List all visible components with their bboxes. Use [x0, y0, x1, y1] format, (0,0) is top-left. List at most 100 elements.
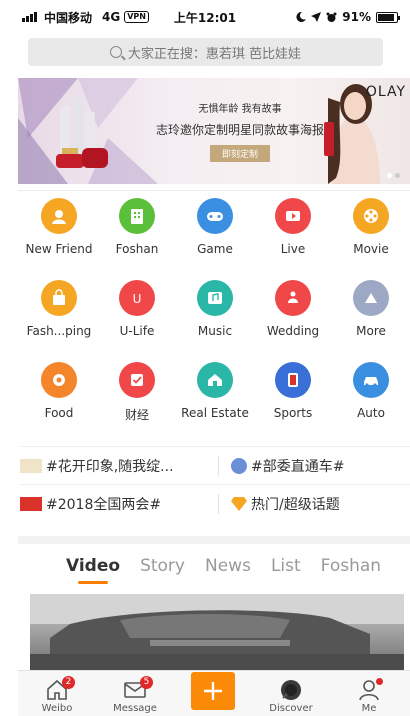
notification-badge: 5	[140, 676, 153, 689]
grid-label: Auto	[357, 406, 385, 420]
wedding-icon	[275, 280, 311, 316]
topic-row: #2018全国两会# 热门/超级话题	[20, 484, 410, 522]
grid-item-foshan[interactable]: Foshan	[98, 198, 176, 280]
banner-line2: 志玲邀你定制明星同款故事海报	[155, 123, 324, 137]
tab-message[interactable]: 5 Message	[96, 676, 174, 716]
grid-label: Movie	[353, 242, 389, 256]
grid-item-game[interactable]: Game	[176, 198, 254, 280]
topic-thumb	[231, 457, 247, 474]
grid-row: New Friend Foshan Game Live Movie	[20, 198, 410, 280]
banner-pager	[387, 173, 400, 178]
grid-label: Game	[197, 242, 233, 256]
topic-thumb	[20, 496, 42, 511]
topic-item[interactable]: 热门/超级话题	[218, 493, 408, 514]
grid-item-fash-ping[interactable]: Fash...ping	[20, 280, 98, 362]
search-placeholder: 大家正在搜：惠若琪 芭比娃娃	[127, 46, 302, 62]
tab-story[interactable]: Story	[140, 548, 185, 576]
triangle-up-icon	[353, 280, 389, 316]
topic-text: #2018全国两会#	[46, 496, 162, 513]
banner-cta-button[interactable]: 即刻定制	[209, 145, 270, 162]
search-icon	[109, 46, 122, 58]
grid-row: Food 财经 Real Estate Sports Auto	[20, 362, 410, 444]
topic-item[interactable]: #部委直通车#	[218, 455, 408, 476]
category-grid: New Friend Foshan Game Live Movie Fash...ping…	[20, 198, 410, 444]
topic-text: #部委直通车#	[251, 458, 345, 475]
brand-logo: OLAY	[365, 84, 406, 100]
status-right: 91%	[296, 10, 400, 24]
topic-text: 热门/超级话题	[251, 496, 340, 513]
grid-label: Real Estate	[181, 406, 249, 420]
location-arrow-icon	[311, 12, 322, 22]
discover-icon	[281, 680, 301, 700]
grid-label: Music	[197, 324, 233, 338]
music-icon	[197, 280, 233, 316]
tab-label: Discover	[269, 703, 313, 714]
film-reel-icon	[353, 198, 389, 234]
tab-discover[interactable]: Discover	[252, 678, 330, 716]
pager-dot	[395, 173, 400, 178]
topic-thumb	[20, 458, 42, 473]
tab-news[interactable]: News	[205, 548, 251, 576]
grid-item-food[interactable]: Food	[20, 362, 98, 444]
decorative-leaves-image	[18, 78, 158, 184]
grid-label: U-Life	[119, 324, 155, 338]
grid-item-more[interactable]: More	[332, 280, 410, 362]
compose-box	[191, 672, 235, 710]
topic-row: #花开印象,随我绽... #部委直通车#	[20, 446, 410, 484]
alarm-icon	[326, 12, 337, 22]
promo-banner[interactable]: 无惧年龄 我有故事 志玲邀你定制明星同款故事海报 即刻定制 OLAY	[18, 78, 410, 184]
grid-item-finance[interactable]: 财经	[98, 362, 176, 444]
search-input[interactable]: 大家正在搜：惠若琪 芭比娃娃	[28, 38, 383, 66]
grid-label: 财经	[124, 408, 149, 422]
tab-me[interactable]: Me	[330, 678, 408, 716]
topic-text: #花开印象,随我绽...	[46, 458, 174, 475]
grid-item-real-estate[interactable]: Real Estate	[176, 362, 254, 444]
tab-video[interactable]: Video	[66, 548, 120, 584]
feed-tabs: Video Story News List Foshan	[18, 536, 410, 584]
bottom-tab-bar: 2 Weibo 5 Message Discover Me	[18, 670, 410, 716]
grid-label: New Friend	[25, 242, 93, 256]
topic-list: #花开印象,随我绽... #部委直通车# #2018全国两会# 热门/超级话题	[20, 446, 410, 522]
tab-label: Weibo	[41, 703, 73, 714]
notification-badge: 2	[62, 676, 75, 689]
video-thumbnail[interactable]	[30, 594, 404, 672]
tab-weibo[interactable]: 2 Weibo	[18, 676, 96, 716]
diamond-icon	[231, 496, 247, 511]
gamepad-icon	[197, 198, 233, 234]
status-bar: 中国移动 4G VPN 上午12:01 91%	[0, 0, 410, 34]
banner-line1: 无惧年龄 我有故事	[198, 104, 282, 115]
grid-item-new-friend[interactable]: New Friend	[20, 198, 98, 280]
shopping-bag-icon	[41, 280, 77, 316]
grid-item-music[interactable]: Music	[176, 280, 254, 362]
banner-text: 无惧年龄 我有故事 志玲邀你定制明星同款故事海报 即刻定制	[150, 100, 330, 162]
compose-button[interactable]	[174, 672, 252, 716]
tab-label: Me	[361, 703, 377, 714]
car-icon	[353, 362, 389, 398]
grid-item-sports[interactable]: Sports	[254, 362, 332, 444]
video-camera-icon	[275, 198, 311, 234]
u-life-icon: U	[119, 280, 155, 316]
grid-label: Live	[280, 242, 306, 256]
grid-label: Fash...ping	[26, 324, 92, 338]
topic-item[interactable]: #2018全国两会#	[20, 494, 218, 514]
check-icon	[119, 362, 155, 398]
grid-item-movie[interactable]: Movie	[332, 198, 410, 280]
grid-label: Food	[44, 406, 74, 420]
topic-item[interactable]: #花开印象,随我绽...	[20, 456, 218, 476]
tab-foshan[interactable]: Foshan	[321, 548, 381, 576]
tab-list[interactable]: List	[271, 548, 301, 576]
grid-row: Fash...ping U U-Life Music Wedding More	[20, 280, 410, 362]
grid-item-wedding[interactable]: Wedding	[254, 280, 332, 362]
building-icon	[119, 198, 155, 234]
unread-dot	[376, 678, 383, 685]
pager-dot	[387, 173, 392, 178]
grid-item-auto[interactable]: Auto	[332, 362, 410, 444]
grid-item-u-life[interactable]: U U-Life	[98, 280, 176, 362]
house-icon	[197, 362, 233, 398]
tab-label: Message	[113, 703, 157, 714]
grid-label: Sports	[273, 406, 313, 420]
grid-label: Wedding	[266, 324, 320, 338]
plus-icon	[204, 682, 222, 700]
grid-item-live[interactable]: Live	[254, 198, 332, 280]
person-icon	[41, 198, 77, 234]
